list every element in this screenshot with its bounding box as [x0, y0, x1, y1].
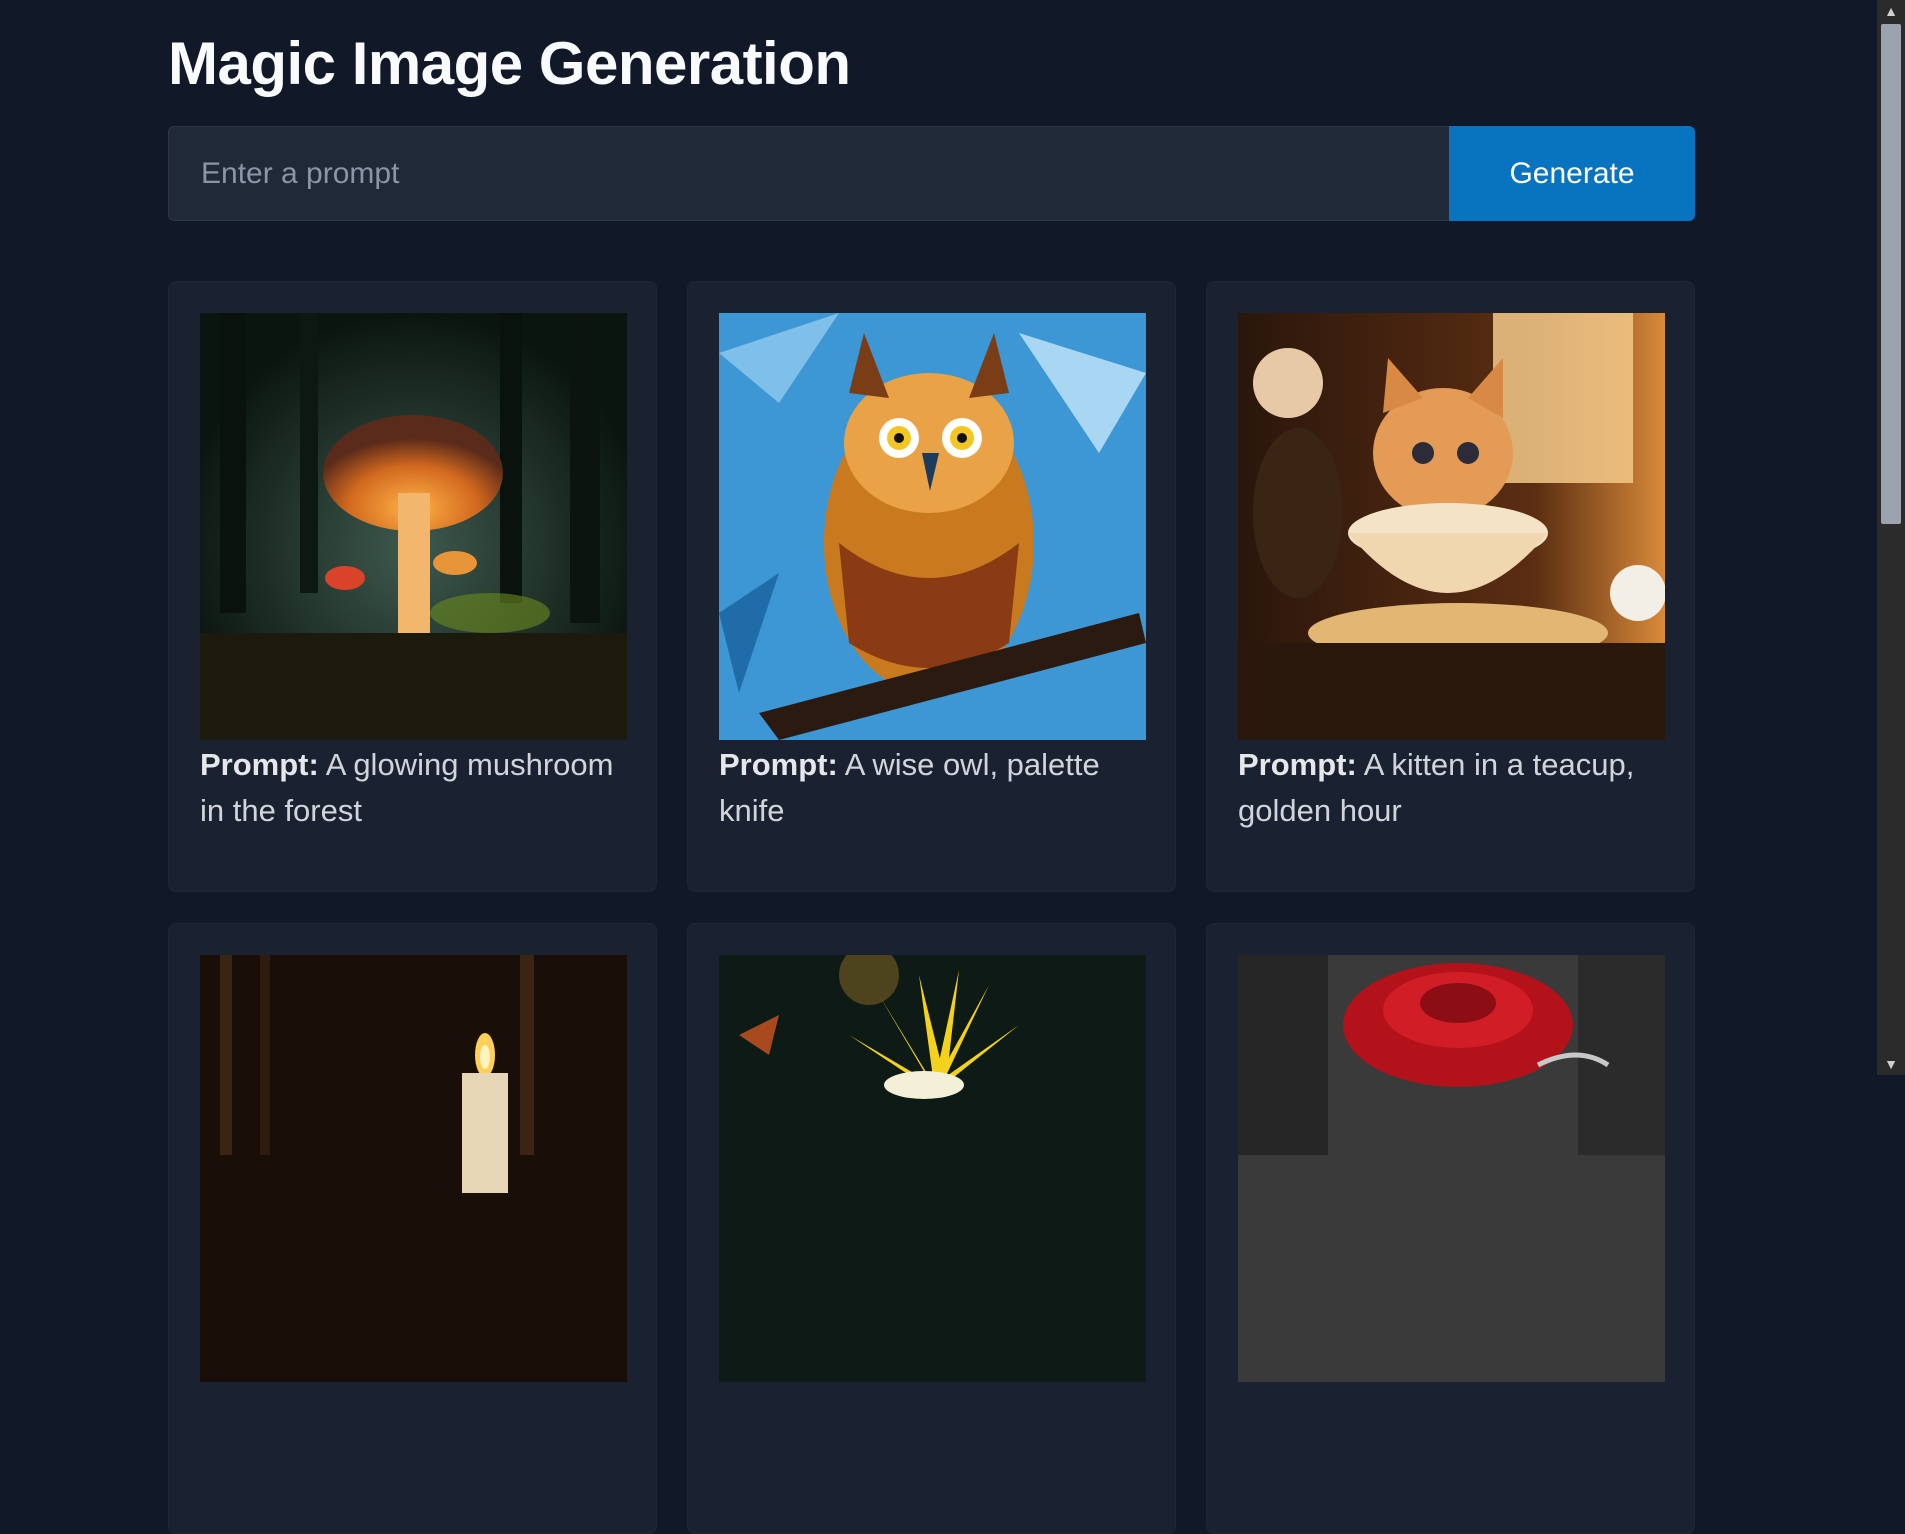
kitten-image[interactable]	[1238, 313, 1665, 740]
generate-button[interactable]: Generate	[1449, 126, 1695, 221]
prompt-label: Prompt:	[200, 747, 319, 782]
flower-image[interactable]	[719, 955, 1146, 1382]
card-caption: Prompt: A wise owl, palette knife	[719, 742, 1149, 834]
gallery-card[interactable]: Prompt: A wise owl, palette knife	[687, 281, 1176, 892]
owl-image[interactable]	[719, 313, 1146, 740]
page-title: Magic Image Generation	[168, 30, 851, 97]
gallery-card[interactable]	[168, 923, 657, 1534]
candle-image[interactable]	[200, 955, 627, 1382]
card-caption: Prompt: A kitten in a teacup, golden hou…	[1238, 742, 1668, 834]
gallery-card[interactable]	[1206, 923, 1695, 1534]
prompt-bar: Generate	[168, 126, 1695, 221]
rose-image[interactable]	[1238, 955, 1665, 1382]
scroll-down-arrow-icon[interactable]: ▼	[1877, 1053, 1905, 1075]
gallery-card[interactable]	[687, 923, 1176, 1534]
scroll-up-arrow-icon[interactable]: ▲	[1877, 0, 1905, 22]
prompt-input[interactable]	[168, 126, 1449, 221]
prompt-label: Prompt:	[1238, 747, 1357, 782]
mushroom-image[interactable]	[200, 313, 627, 740]
gallery-card[interactable]: Prompt: A glowing mushroom in the forest	[168, 281, 657, 892]
gallery-card[interactable]: Prompt: A kitten in a teacup, golden hou…	[1206, 281, 1695, 892]
vertical-scrollbar[interactable]: ▲ ▼	[1877, 0, 1905, 1075]
card-caption: Prompt: A glowing mushroom in the forest	[200, 742, 630, 834]
scrollbar-thumb[interactable]	[1881, 24, 1901, 524]
prompt-label: Prompt:	[719, 747, 838, 782]
